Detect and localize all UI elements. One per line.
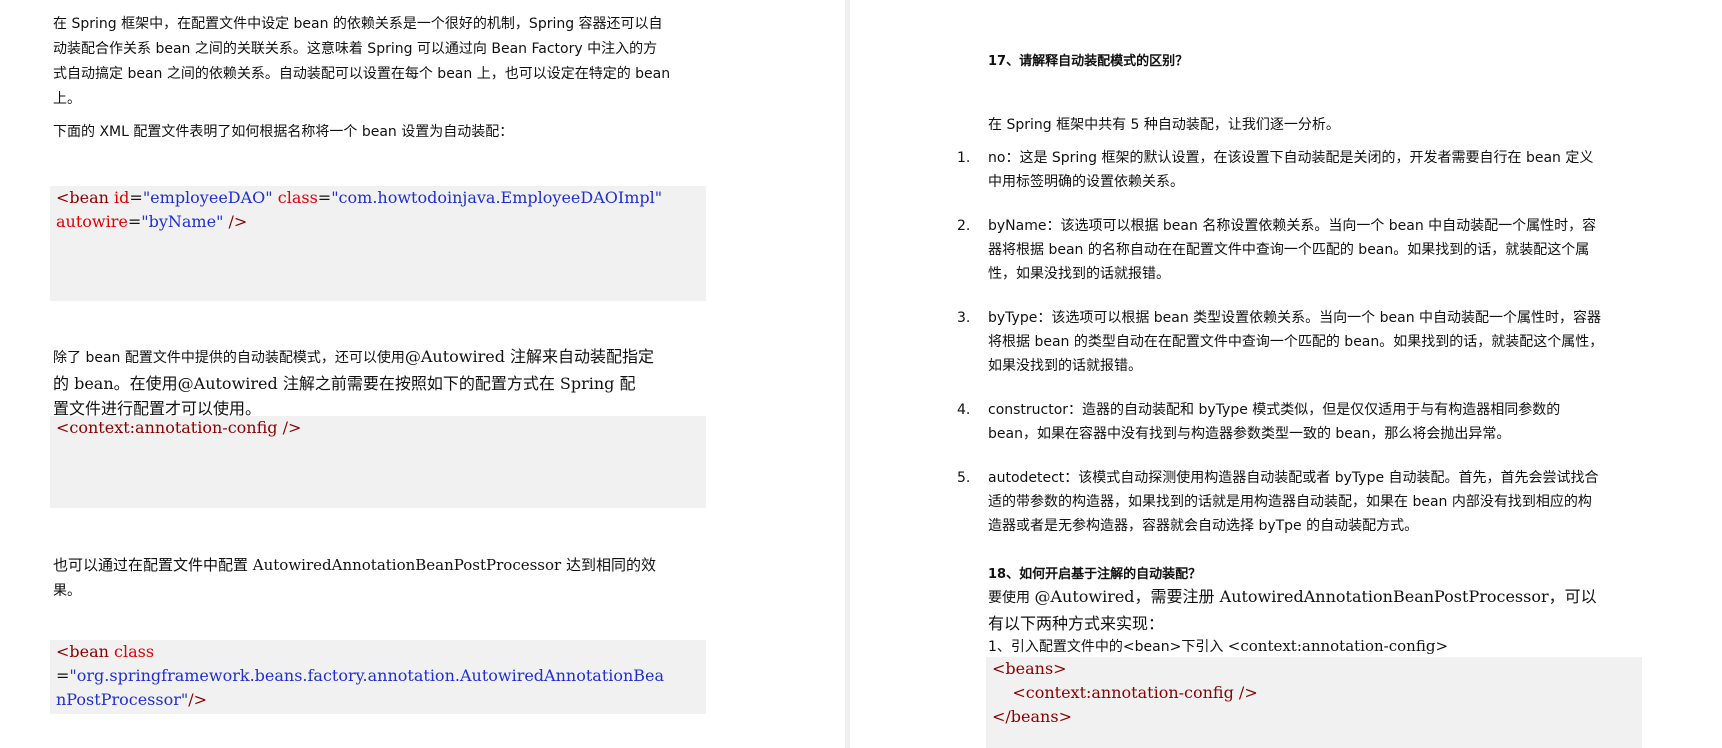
list-item: 1. no：这是 Spring 框架的默认设置，在该设置下自动装配是关闭的，开发… [957, 150, 1594, 190]
code-block-postprocessor-bean: <bean class ="org.springframework.beans.… [50, 640, 706, 714]
list-item: 4. constructor：造器的自动装配和 byType 模式类似，但是仅仅… [957, 402, 1561, 442]
annotation-setup-paragraph: 要使用 @Autowired，需要注册 AutowiredAnnotationB… [988, 587, 1597, 633]
list-item: 5. autodetect：该模式自动探测使用构造器自动装配或者 byType … [957, 470, 1599, 534]
list-item: 3. byType：该选项可以根据 bean 类型设置依赖关系。当向一个 bea… [957, 310, 1604, 374]
autowire-modes-intro: 在 Spring 框架中共有 5 种自动装配，让我们逐一分析。 [988, 117, 1340, 133]
right-page: 17、请解释自动装配模式的区别？ 在 Spring 框架中共有 5 种自动装配，… [850, 0, 1722, 748]
autowired-paragraph: 除了 bean 配置文件中提供的自动装配模式，还可以使用@Autowired 注… [53, 347, 655, 418]
code-block-beans: <beans> <context:annotation-config /> </… [986, 657, 1642, 748]
intro-paragraph: 在 Spring 框架中，在配置文件中设定 bean 的依赖关系是一个很好的机制… [53, 16, 671, 107]
code-block-bean-autowire: <bean id="employeeDAO" class="com.howtod… [50, 186, 706, 301]
question-17-heading: 17、请解释自动装配模式的区别？ [988, 54, 1189, 69]
code-block-annotation-config: <context:annotation-config /> [50, 416, 706, 508]
left-page: 在 Spring 框架中，在配置文件中设定 bean 的依赖关系是一个很好的机制… [0, 0, 845, 748]
postprocessor-paragraph: 也可以通过在配置文件中配置 AutowiredAnnotationBeanPos… [53, 556, 656, 599]
xml-intro-paragraph: 下面的 XML 配置文件表明了如何根据名称将一个 bean 设置为自动装配： [53, 124, 514, 140]
question-18-heading: 18、如何开启基于注解的自动装配？ [988, 567, 1202, 582]
list-item: 2. byName：该选项可以根据 bean 名称设置依赖关系。当向一个 bea… [957, 218, 1597, 282]
